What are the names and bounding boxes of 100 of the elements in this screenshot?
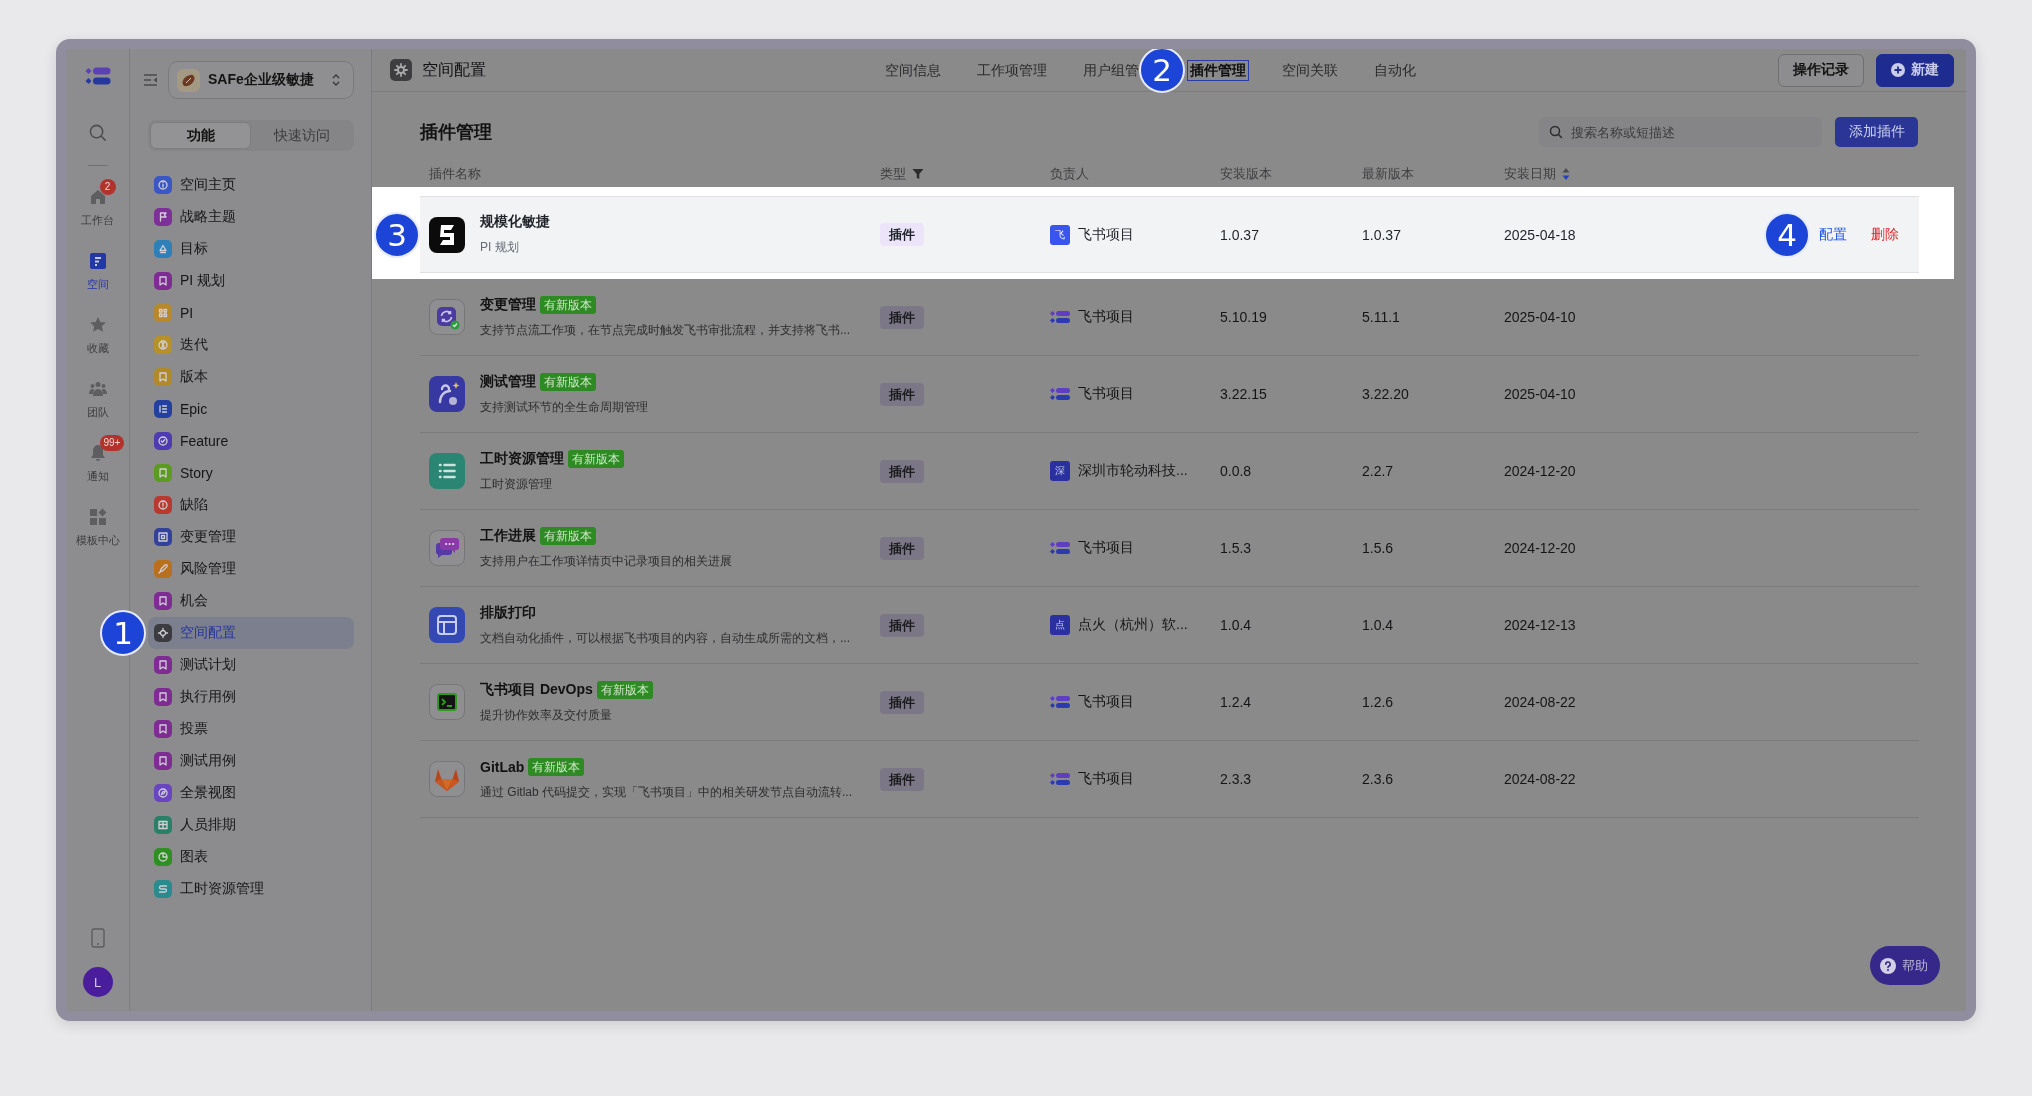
type-tag: 插件 xyxy=(880,223,924,246)
sidebar-item[interactable]: Feature xyxy=(148,425,354,457)
search-icon xyxy=(1549,125,1563,139)
plugin-description: 文档自动化插件，可以根据飞书项目的内容，自动生成所需的文档，... xyxy=(480,629,850,647)
sidebar-item[interactable]: 投票 xyxy=(148,713,354,745)
segment-tab[interactable]: 快速访问 xyxy=(251,122,352,149)
sidebar-item[interactable]: PI 规划 xyxy=(148,265,354,297)
plugin-name[interactable]: GitLab xyxy=(480,758,525,775)
callout-badge: 1 xyxy=(100,610,146,656)
terminal-icon xyxy=(429,684,465,720)
plugin-name[interactable]: 变更管理 xyxy=(480,295,536,314)
nav-tab[interactable]: 空间关联 xyxy=(1279,59,1341,81)
latest-version: 1.0.37 xyxy=(1362,226,1401,243)
sidebar-item[interactable]: 缺陷 xyxy=(148,489,354,521)
create-button[interactable]: 新建 xyxy=(1876,53,1954,87)
callout-badge: 4 xyxy=(1764,211,1810,258)
app-logo-icon[interactable] xyxy=(84,66,111,86)
column-header: 安装版本 xyxy=(1220,165,1272,183)
plugin-name[interactable]: 工作进展 xyxy=(480,526,536,545)
sidebar-item[interactable]: 机会 xyxy=(148,585,354,617)
plugin-name[interactable]: 工时资源管理 xyxy=(480,449,564,468)
rail-item[interactable]: 2 工作台 xyxy=(66,179,129,243)
table-row[interactable]: 测试管理 有新版本 支持测试环节的全生命周期管理 插件 飞书项目 3.22.15 3.22.20 2025-04-10 xyxy=(420,356,1919,433)
project-logo-icon xyxy=(1050,695,1070,709)
sidebar-item[interactable]: 测试计划 xyxy=(148,649,354,681)
install-date: 2025-04-10 xyxy=(1504,386,1576,402)
sidebar-item[interactable]: 目标 xyxy=(148,233,354,265)
column-header: 负责人 xyxy=(1050,165,1089,183)
table-row[interactable]: 飞书项目 DevOps 有新版本 提升协作效率及交付质量 插件 飞书项目 1.2.4 1.2.6 2024-08-22 xyxy=(420,664,1919,741)
help-button[interactable]: 帮助 xyxy=(1870,946,1940,985)
sidebar-item[interactable]: 版本 xyxy=(148,361,354,393)
gear-icon xyxy=(390,59,412,81)
add-plugin-button[interactable]: 添加插件 xyxy=(1835,117,1918,147)
nav-tab[interactable]: 工作项管理 xyxy=(974,59,1050,81)
plus-circle-icon xyxy=(1891,63,1905,77)
sidebar-item[interactable]: 工时资源管理 xyxy=(148,873,354,905)
phone-icon[interactable] xyxy=(90,928,105,948)
question-icon xyxy=(1880,957,1896,974)
install-date: 2024-08-22 xyxy=(1504,694,1576,710)
user-avatar[interactable]: L xyxy=(82,967,113,997)
sidebar-item[interactable]: 执行用例 xyxy=(148,681,354,713)
install-date: 2024-12-20 xyxy=(1504,463,1576,479)
segment-tab[interactable]: 功能 xyxy=(150,122,251,149)
sidebar-item[interactable]: 迭代 xyxy=(148,329,354,361)
filter-icon[interactable] xyxy=(912,168,924,180)
installed-version: 5.10.19 xyxy=(1220,309,1267,325)
rail-item[interactable]: 空间 xyxy=(66,243,129,307)
update-tag: 有新版本 xyxy=(540,526,596,545)
type-tag: 插件 xyxy=(880,767,924,791)
plugin-description: 提升协作效率及交付质量 xyxy=(480,706,612,724)
rail-item[interactable]: 模板中心 xyxy=(66,499,129,563)
sidebar-item[interactable]: 变更管理 xyxy=(148,521,354,553)
owner-avatar: 深 xyxy=(1050,461,1070,481)
plugin-description: PI 规划 xyxy=(480,239,519,256)
configure-link[interactable]: 配置 xyxy=(1819,225,1847,244)
sidebar-item[interactable]: 全景视图 xyxy=(148,777,354,809)
project-logo-icon xyxy=(1050,387,1070,401)
sidebar-item[interactable]: 测试用例 xyxy=(148,745,354,777)
nav-tab[interactable]: 用户组管 xyxy=(1080,59,1142,81)
nav-tab[interactable]: 自动化 xyxy=(1371,59,1419,81)
plugin-name[interactable]: 规模化敏捷 xyxy=(480,213,550,231)
sidebar-item[interactable]: Story xyxy=(148,457,354,489)
fox-icon xyxy=(429,761,465,797)
installed-version: 0.0.8 xyxy=(1220,463,1252,479)
table-row[interactable]: GitLab 有新版本 通过 Gitlab 代码提交，实现「飞书项目」中的相关研发节点自动流转... 插件 飞书项目 2.3.3 2.3.6 2024-08-22 xyxy=(420,741,1919,818)
table-row[interactable]: 工作进展 有新版本 支持用户在工作项详情页中记录项目的相关进展 插件 飞书项目 1.5.3 1.5.6 2024-12-20 xyxy=(420,510,1919,587)
sidebar-item[interactable]: 战略主题 xyxy=(148,201,354,233)
latest-version: 1.0.4 xyxy=(1362,617,1394,633)
sidebar-item[interactable]: Epic xyxy=(148,393,354,425)
search-icon[interactable] xyxy=(88,123,107,142)
sync-icon xyxy=(429,299,465,335)
space-selector[interactable]: SAFe企业级敏捷 xyxy=(168,61,354,99)
delete-link[interactable]: 删除 xyxy=(1871,225,1899,244)
nav-tab[interactable]: 插件管理 xyxy=(1187,59,1249,81)
plugin-name[interactable]: 飞书项目 DevOps xyxy=(480,680,593,699)
table-row[interactable]: 变更管理 有新版本 支持节点流工作项，在节点完成时触发飞书审批流程，并支持将飞书... 插件 飞书项目 5.10.19 5.11.1 2025-04-10 xyxy=(420,279,1919,356)
nav-tab[interactable]: 空间信息 xyxy=(882,59,944,81)
sidebar-item[interactable]: 空间主页 xyxy=(148,169,354,201)
owner-name: 飞书项目 xyxy=(1078,539,1134,557)
count-badge: 2 xyxy=(99,179,116,195)
installed-version: 1.0.4 xyxy=(1220,617,1252,633)
sidebar-item[interactable]: PI xyxy=(148,297,354,329)
rail-item[interactable]: 99+ 通知 xyxy=(66,435,129,499)
history-button[interactable]: 操作记录 xyxy=(1778,53,1864,87)
sidebar-item[interactable]: 人员排期 xyxy=(148,809,354,841)
callout-badge: 2 xyxy=(1139,49,1185,93)
collapse-icon[interactable] xyxy=(143,73,158,87)
sidebar-item[interactable]: 风险管理 xyxy=(148,553,354,585)
rail-item[interactable]: 团队 xyxy=(66,371,129,435)
search-field[interactable]: 搜索名称或短描述 xyxy=(1539,117,1822,147)
table-row[interactable]: 工时资源管理 有新版本 工时资源管理 插件 深 深圳市轮动科技... 0.0.8 2.2.7 2024-12-20 xyxy=(420,433,1919,510)
table-row[interactable]: 排版打印 文档自动化插件，可以根据飞书项目的内容，自动生成所需的文档，... 插件 点 点火（杭州）软... 1.0.4 1.0.4 2024-12-13 xyxy=(420,587,1919,664)
table-row[interactable]: 规模化敏捷 PI 规划 插件 飞 飞书项目 1.0.37 1.0.37 2025-04-18 4 配置 删除 xyxy=(420,196,1919,273)
plugin-description: 支持测试环节的全生命周期管理 xyxy=(480,398,648,416)
plugin-name[interactable]: 测试管理 xyxy=(480,372,536,391)
sort-icon[interactable] xyxy=(1562,167,1570,181)
sidebar-item[interactable]: 图表 xyxy=(148,841,354,873)
owner-name: 点火（杭州）软... xyxy=(1078,616,1188,634)
plugin-name[interactable]: 排版打印 xyxy=(480,603,536,622)
rail-item[interactable]: 收藏 xyxy=(66,307,129,371)
